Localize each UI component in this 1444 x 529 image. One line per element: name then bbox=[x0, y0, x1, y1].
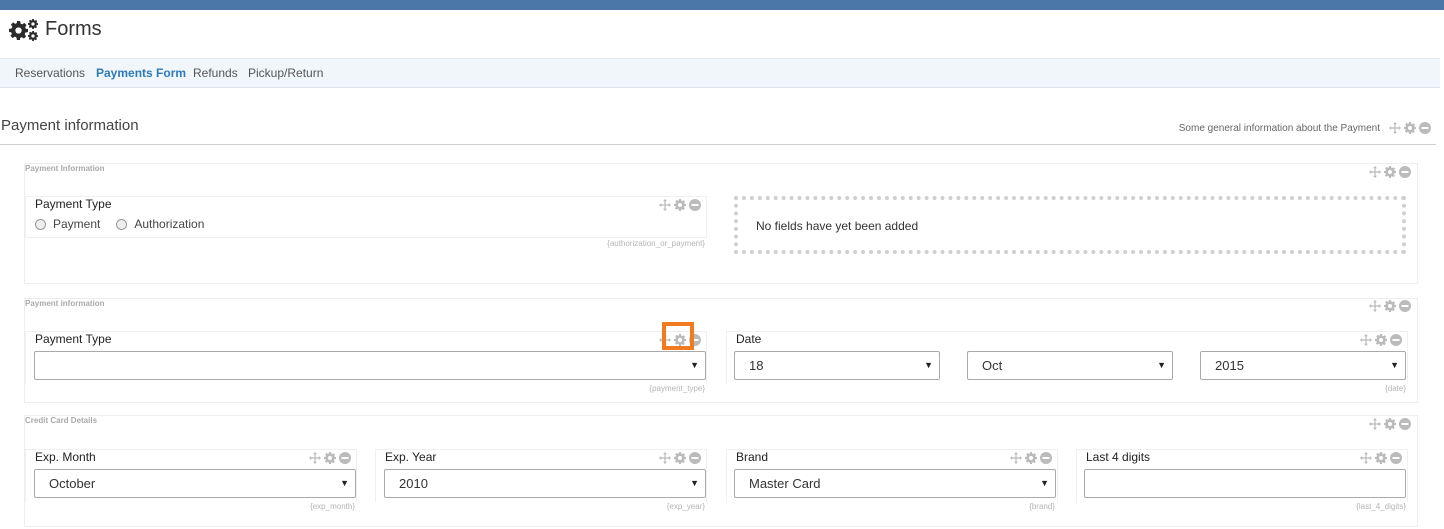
empty-drop-zone[interactable]: No fields have yet been added bbox=[734, 196, 1406, 254]
caret-down-icon: ▼ bbox=[690, 478, 699, 488]
gear-icon[interactable] bbox=[1404, 122, 1416, 134]
radio-group: Payment Authorization bbox=[35, 217, 220, 231]
gear-icon[interactable] bbox=[1025, 452, 1037, 464]
date-day-select[interactable]: 18 ▼ bbox=[734, 351, 940, 380]
move-icon[interactable] bbox=[309, 452, 321, 464]
select-value: 2010 bbox=[399, 476, 428, 491]
move-icon[interactable] bbox=[659, 199, 671, 211]
field-key: {last_4_digits} bbox=[1356, 502, 1406, 511]
section-divider bbox=[0, 144, 1436, 145]
move-icon[interactable] bbox=[1010, 452, 1022, 464]
gear-icon[interactable] bbox=[1375, 452, 1387, 464]
section-controls bbox=[1389, 122, 1431, 134]
radio-label: Payment bbox=[53, 217, 101, 231]
tab-pickup-return[interactable]: Pickup/Return bbox=[248, 66, 323, 80]
field-key: {payment_type} bbox=[649, 384, 705, 393]
gear-icon[interactable] bbox=[674, 452, 686, 464]
section-description: Some general information about the Payme… bbox=[1178, 123, 1380, 134]
remove-icon[interactable] bbox=[1390, 452, 1402, 464]
field-controls bbox=[659, 199, 701, 211]
remove-icon[interactable] bbox=[1399, 418, 1411, 430]
gear-icon[interactable] bbox=[1384, 418, 1396, 430]
gear-icon[interactable] bbox=[1384, 166, 1396, 178]
field-controls bbox=[1360, 334, 1402, 346]
gear-icon[interactable] bbox=[674, 199, 686, 211]
empty-message: No fields have yet been added bbox=[756, 219, 919, 233]
remove-icon[interactable] bbox=[1399, 166, 1411, 178]
remove-icon[interactable] bbox=[689, 199, 701, 211]
caret-down-icon: ▼ bbox=[340, 478, 349, 488]
field-label: Payment Type bbox=[35, 197, 112, 211]
move-icon[interactable] bbox=[659, 452, 671, 464]
field-controls bbox=[659, 452, 701, 464]
radio-payment[interactable] bbox=[35, 218, 46, 230]
radio-authorization[interactable] bbox=[116, 218, 128, 230]
remove-icon[interactable] bbox=[1040, 452, 1052, 464]
move-icon[interactable] bbox=[1360, 334, 1372, 346]
tab-bar: Reservations Payments Form Refunds Picku… bbox=[0, 58, 1440, 88]
remove-icon[interactable] bbox=[1399, 300, 1411, 312]
section-title: Payment information bbox=[1, 117, 139, 134]
remove-icon[interactable] bbox=[1390, 334, 1402, 346]
remove-icon[interactable] bbox=[339, 452, 351, 464]
field-controls bbox=[1010, 452, 1052, 464]
field-key: {exp_month} bbox=[310, 502, 355, 511]
group-controls bbox=[1369, 300, 1411, 312]
field-controls bbox=[1360, 452, 1402, 464]
gear-highlight bbox=[662, 322, 694, 350]
remove-icon[interactable] bbox=[1419, 122, 1431, 134]
tab-reservations[interactable]: Reservations bbox=[15, 66, 85, 80]
caret-down-icon: ▼ bbox=[1390, 360, 1399, 370]
gear-icon[interactable] bbox=[1384, 300, 1396, 312]
field-label: Exp. Year bbox=[385, 450, 437, 464]
group-label: Credit Card Details bbox=[25, 416, 98, 425]
select-value: 2015 bbox=[1215, 358, 1244, 373]
gears-icon bbox=[9, 19, 38, 41]
top-bar bbox=[0, 0, 1444, 10]
select-value: Master Card bbox=[749, 476, 821, 491]
field-label: Brand bbox=[736, 450, 769, 464]
field-label: Exp. Month bbox=[35, 450, 96, 464]
select-value: October bbox=[49, 476, 96, 491]
payment-type-select[interactable]: ▼ bbox=[34, 351, 706, 380]
move-icon[interactable] bbox=[1369, 166, 1381, 178]
caret-down-icon: ▼ bbox=[1157, 360, 1166, 370]
select-value: 18 bbox=[749, 358, 764, 373]
field-key: {brand} bbox=[1029, 502, 1055, 511]
date-month-select[interactable]: Oct ▼ bbox=[967, 351, 1173, 380]
page-header: Forms bbox=[0, 10, 1444, 58]
radio-label: Authorization bbox=[134, 217, 205, 231]
caret-down-icon: ▼ bbox=[924, 360, 933, 370]
brand-select[interactable]: Master Card ▼ bbox=[734, 469, 1056, 498]
select-value: Oct bbox=[982, 358, 1003, 373]
move-icon[interactable] bbox=[1389, 122, 1401, 134]
remove-icon[interactable] bbox=[689, 452, 701, 464]
caret-down-icon: ▼ bbox=[1040, 478, 1049, 488]
tab-payments-form[interactable]: Payments Form bbox=[96, 66, 186, 80]
move-icon[interactable] bbox=[1369, 300, 1381, 312]
group-label: Payment information bbox=[25, 299, 105, 308]
field-controls bbox=[309, 452, 351, 464]
group-controls bbox=[1369, 418, 1411, 430]
move-icon[interactable] bbox=[1360, 452, 1372, 464]
last-4-digits-input[interactable] bbox=[1084, 469, 1406, 498]
exp-year-select[interactable]: 2010 ▼ bbox=[384, 469, 706, 498]
gear-icon[interactable] bbox=[324, 452, 336, 464]
field-label: Payment Type bbox=[35, 332, 112, 346]
date-year-select[interactable]: 2015 ▼ bbox=[1200, 351, 1406, 380]
field-key: {authorization_or_payment} bbox=[607, 239, 705, 248]
tab-refunds[interactable]: Refunds bbox=[193, 66, 238, 80]
exp-month-select[interactable]: October ▼ bbox=[34, 469, 356, 498]
field-key: {exp_year} bbox=[666, 502, 705, 511]
field-label: Last 4 digits bbox=[1086, 450, 1151, 464]
group-controls bbox=[1369, 166, 1411, 178]
move-icon[interactable] bbox=[1369, 418, 1381, 430]
field-key: {date} bbox=[1385, 384, 1406, 393]
page-title: Forms bbox=[45, 18, 102, 40]
group-label: Payment Information bbox=[25, 164, 105, 173]
gear-icon[interactable] bbox=[1375, 334, 1387, 346]
field-label: Date bbox=[736, 332, 762, 346]
caret-down-icon: ▼ bbox=[690, 360, 699, 370]
field-authorization-or-payment: Payment Type Payment Authorization bbox=[25, 196, 707, 238]
